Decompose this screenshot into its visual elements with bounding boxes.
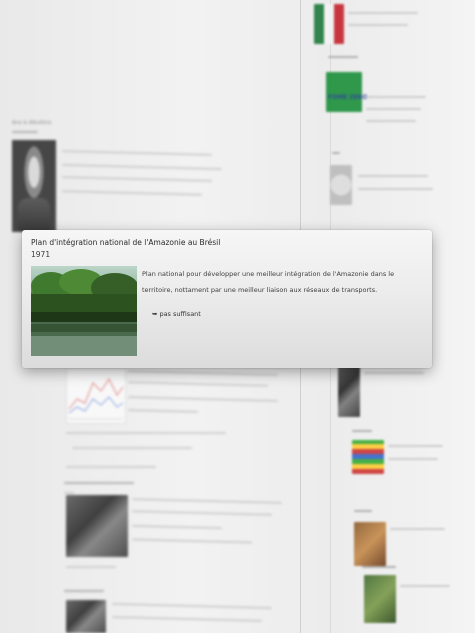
background-text-line (66, 466, 156, 468)
background-text-line (358, 175, 428, 177)
background-text-line (112, 602, 272, 610)
background-text-line (366, 96, 426, 98)
background-chart-thumbnail (66, 368, 126, 424)
background-text-line (131, 524, 223, 530)
background-text-line (362, 566, 396, 568)
background-text-line (348, 24, 408, 26)
background-text-line (62, 163, 222, 171)
background-text-line (111, 616, 263, 622)
arrow-right-icon: ➥ (152, 310, 158, 318)
background-photo-thumbnail (354, 522, 386, 566)
popup-year: 1971 (31, 250, 51, 259)
background-text-line (131, 538, 253, 544)
popup-title: Plan d'intégration national de l'Amazoni… (31, 238, 221, 247)
background-text-line (64, 482, 134, 484)
background-text-line (127, 396, 279, 402)
background-logo-thumbnail: FOME ZERO (326, 72, 368, 112)
background-text-line (61, 176, 213, 182)
background-text-line (388, 445, 443, 447)
timeline-stage: Ana & Albufeira FOME ZERO Plan d'intégra… (0, 0, 475, 633)
background-text-line (61, 190, 203, 196)
background-text-line (366, 108, 421, 110)
background-text-line (366, 120, 416, 122)
background-text-line (61, 150, 213, 156)
background-text-line (127, 409, 199, 413)
popup-description: Plan national pour développer une meille… (142, 270, 395, 294)
background-text-line (328, 56, 358, 58)
background-photo-thumbnail (338, 365, 360, 417)
background-text-line (127, 370, 279, 376)
background-portrait-photo (12, 140, 56, 232)
background-text-line (332, 152, 340, 154)
background-text-line (364, 372, 424, 374)
popup-amazon-photo (31, 266, 137, 356)
background-photo-thumbnail (66, 495, 128, 557)
background-text-line (12, 131, 38, 133)
background-text-line (64, 590, 104, 592)
background-photo-thumbnail (364, 575, 396, 623)
background-text-line (354, 510, 372, 512)
background-text-line (388, 458, 438, 460)
background-text-line (352, 430, 372, 432)
background-text-line (66, 566, 116, 568)
background-text-line (64, 492, 74, 494)
background-flag-thumbnail (314, 4, 344, 44)
background-text-line (66, 432, 226, 434)
background-photo-thumbnail (66, 600, 106, 633)
popup-link[interactable]: ➥ pas suffisant (152, 310, 201, 318)
background-text-line (390, 528, 445, 530)
background-text-line (358, 188, 433, 190)
background-text-line (131, 510, 273, 516)
background-text-line (400, 585, 450, 587)
background-flags-thumbnail (352, 440, 384, 474)
background-logo-text: FOME ZERO (328, 94, 368, 101)
popup-link-label: pas suffisant (159, 310, 201, 318)
background-globe-thumbnail (330, 165, 352, 205)
background-text-line (72, 447, 192, 449)
event-detail-popup[interactable]: Plan d'intégration national de l'Amazoni… (22, 230, 432, 368)
background-text-line (131, 498, 283, 504)
background-heading: Ana & Albufeira (12, 120, 52, 126)
background-text-line (127, 381, 269, 387)
background-text-line (348, 12, 418, 14)
